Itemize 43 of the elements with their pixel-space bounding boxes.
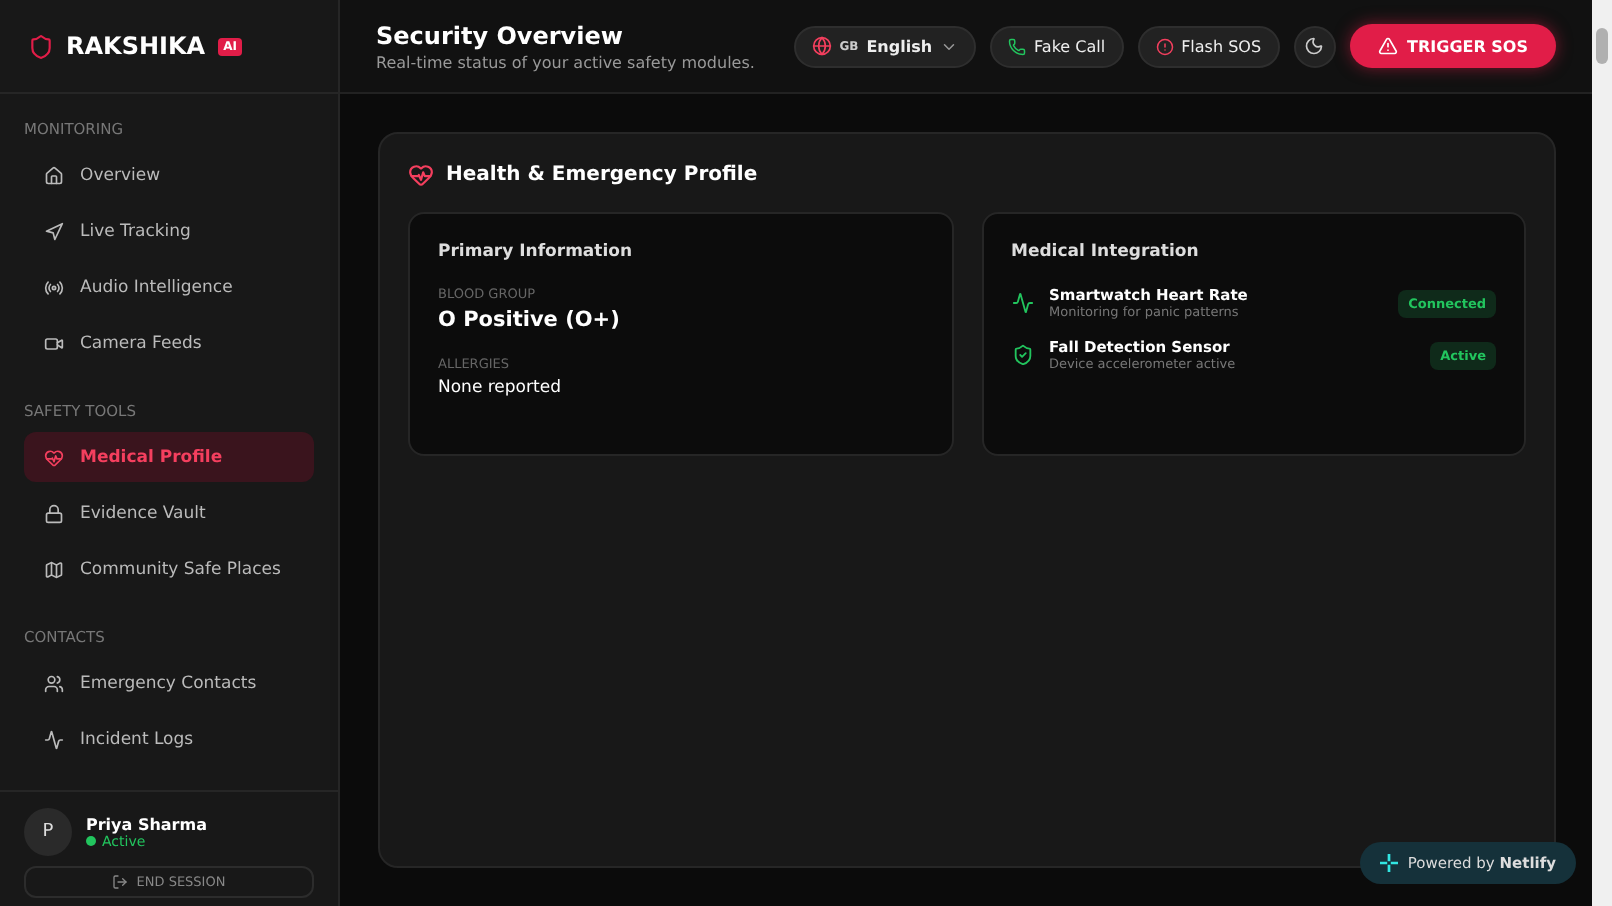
pulse-line-icon	[44, 729, 64, 749]
pulse-line-icon	[1011, 292, 1033, 314]
user-name: Priya Sharma	[86, 815, 207, 833]
moon-icon	[1304, 36, 1325, 56]
sidebar-item[interactable]: Incident Logs	[24, 714, 314, 764]
sidebar-item[interactable]: Medical Profile	[24, 432, 314, 482]
users-icon	[44, 673, 64, 693]
sidebar-item[interactable]: Evidence Vault	[24, 488, 314, 538]
trigger-sos-button[interactable]: TRIGGER SOS	[1349, 24, 1556, 68]
logout-icon	[112, 874, 129, 890]
sidebar-item[interactable]: Camera Feeds	[24, 318, 314, 368]
fake-call-button[interactable]: Fake Call	[990, 25, 1124, 67]
warning-icon	[1377, 36, 1398, 56]
alert-circle-icon	[1155, 37, 1174, 55]
sidebar-item[interactable]: Emergency Contacts	[24, 658, 314, 708]
field-value: O Positive (O+)	[438, 308, 622, 332]
panel-title: Health & Emergency Profile	[446, 164, 758, 186]
page-subtitle: Real-time status of your active safety modules.	[376, 53, 755, 71]
sparkle-icon	[1379, 854, 1398, 872]
page-title: Security Overview	[376, 21, 625, 49]
shield-logo-icon	[28, 33, 54, 59]
home-icon	[44, 165, 64, 185]
globe-icon	[811, 36, 832, 56]
theme-toggle-button[interactable]	[1293, 25, 1336, 67]
video-camera-icon	[44, 333, 64, 353]
sidebar-item[interactable]: Community Safe Places	[24, 544, 314, 594]
heart-pulse-icon	[44, 447, 64, 467]
sidebar-item[interactable]: Live Tracking	[24, 206, 314, 256]
broadcast-icon	[44, 277, 64, 297]
sidebar-item[interactable]: Overview	[24, 150, 314, 200]
phone-icon	[1008, 37, 1027, 55]
map-icon	[44, 559, 64, 579]
card-title: Medical Integration	[1011, 242, 1201, 262]
field-value: None reported	[438, 378, 563, 398]
user-avatar: P	[24, 808, 72, 856]
card-title: Primary Information	[438, 242, 635, 262]
shield-check-icon	[1011, 344, 1033, 366]
heart-pulse-icon	[408, 162, 434, 188]
lock-icon	[44, 503, 64, 523]
brand-name: RAKSHIKA	[66, 32, 206, 60]
flash-sos-button[interactable]: Flash SOS	[1137, 25, 1280, 67]
sidebar-item[interactable]: Audio Intelligence	[24, 262, 314, 312]
navigation-arrow-icon	[44, 221, 64, 241]
